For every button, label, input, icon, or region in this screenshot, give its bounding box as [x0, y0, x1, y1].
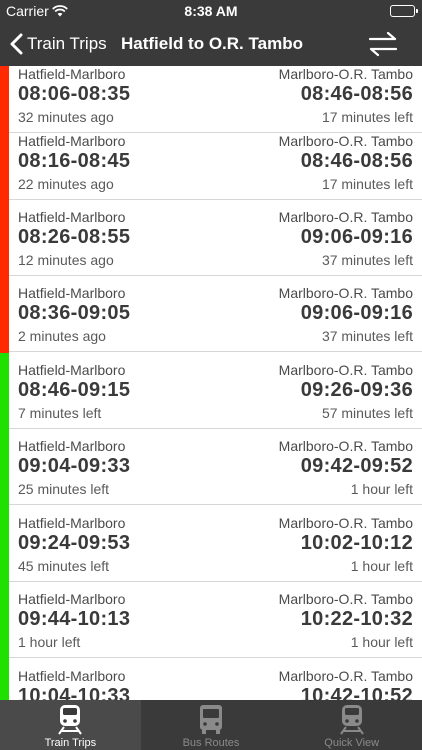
trip-row[interactable]: Hatfield-Marlboro 08:06-08:35 32 minutes… [0, 66, 422, 134]
leg1-route: Hatfield-Marlboro [18, 66, 126, 82]
back-label: Train Trips [27, 34, 107, 53]
leg1-status: 1 hour left [18, 634, 81, 650]
leg2-times: 08:46-08:56 [300, 150, 413, 172]
leg2-route: Marlboro-O.R. Tambo [278, 515, 413, 531]
leg2-times: 10:22-10:32 [300, 608, 413, 630]
navigation-bar: Train Trips Hatfield to O.R. Tambo [0, 22, 422, 66]
leg2-status: 37 minutes left [321, 252, 413, 268]
tab-label: Bus Routes [182, 737, 240, 749]
trip-row[interactable]: Hatfield-Marlboro 08:16-08:45 22 minutes… [0, 124, 422, 201]
clock: 8:38 AM [184, 3, 238, 19]
chevron-left-icon [10, 33, 23, 55]
leg1-times: 09:24-09:53 [18, 532, 131, 554]
leg1-route: Hatfield-Marlboro [18, 591, 126, 607]
leg1-route: Hatfield-Marlboro [18, 515, 126, 531]
leg1-route: Hatfield-Marlboro [18, 133, 126, 149]
status-indicator [0, 659, 9, 700]
trip-row[interactable]: Hatfield-Marlboro 08:26-08:55 12 minutes… [0, 200, 422, 277]
tab-train-trips[interactable]: Train Trips [0, 700, 141, 750]
tab-bar: Train Trips Bus Routes Quick View [0, 700, 422, 750]
tab-quick-view[interactable]: Quick View [281, 700, 422, 750]
leg2-status: 1 hour left [350, 481, 413, 497]
leg2-route: Marlboro-O.R. Tambo [278, 209, 413, 225]
leg2-status: 57 minutes left [321, 405, 413, 421]
leg2-times: 09:06-09:16 [300, 302, 413, 324]
leg1-status: 45 minutes left [18, 558, 110, 574]
tab-bus-routes[interactable]: Bus Routes [141, 700, 282, 750]
leg2-route: Marlboro-O.R. Tambo [278, 591, 413, 607]
trip-row[interactable]: Hatfield-Marlboro 09:24-09:53 45 minutes… [0, 506, 422, 583]
leg1-times: 08:06-08:35 [18, 83, 131, 105]
status-indicator [0, 200, 9, 277]
leg1-status: 2 minutes ago [18, 328, 106, 344]
leg2-route: Marlboro-O.R. Tambo [278, 438, 413, 454]
tab-label: Quick View [324, 737, 380, 749]
leg2-status: 37 minutes left [321, 328, 413, 344]
leg2-status: 1 hour left [350, 634, 413, 650]
status-indicator [0, 506, 9, 583]
page-title: Hatfield to O.R. Tambo [121, 34, 303, 53]
leg2-status: 17 minutes left [321, 176, 413, 192]
leg2-times: 09:26-09:36 [300, 379, 413, 401]
leg1-status: 7 minutes left [18, 405, 102, 421]
status-indicator [0, 582, 9, 659]
trip-row[interactable]: Hatfield-Marlboro 10:04-10:33 Marlboro-O… [0, 659, 422, 700]
leg2-times: 09:42-09:52 [300, 455, 413, 477]
leg1-status: 12 minutes ago [18, 252, 114, 268]
trip-list[interactable]: Hatfield-Marlboro 08:06-08:35 32 minutes… [0, 66, 422, 700]
leg1-times: 08:26-08:55 [18, 226, 131, 248]
swap-direction-button[interactable] [366, 31, 400, 57]
leg2-route: Marlboro-O.R. Tambo [278, 66, 413, 82]
leg2-route: Marlboro-O.R. Tambo [278, 668, 413, 684]
leg2-route: Marlboro-O.R. Tambo [278, 285, 413, 301]
train-icon [58, 705, 83, 735]
leg1-times: 09:04-09:33 [18, 455, 131, 477]
leg1-status: 22 minutes ago [18, 176, 114, 192]
swap-arrows-icon [368, 31, 398, 57]
leg1-times: 09:44-10:13 [18, 608, 131, 630]
back-button[interactable]: Train Trips [10, 32, 107, 56]
status-indicator [0, 276, 9, 353]
leg1-route: Hatfield-Marlboro [18, 668, 126, 684]
trip-row[interactable]: Hatfield-Marlboro 08:46-09:15 7 minutes … [0, 353, 422, 430]
leg1-times: 08:46-09:15 [18, 379, 131, 401]
trip-row[interactable]: Hatfield-Marlboro 09:04-09:33 25 minutes… [0, 429, 422, 506]
bus-icon [200, 705, 222, 734]
leg2-times: 10:42-10:52 [300, 685, 413, 700]
train-icon [339, 705, 364, 735]
leg2-status: 1 hour left [350, 558, 413, 574]
status-indicator [0, 124, 9, 201]
leg1-status: 32 minutes ago [18, 109, 114, 125]
tab-label: Train Trips [44, 737, 97, 749]
leg1-route: Hatfield-Marlboro [18, 438, 126, 454]
leg1-times: 08:36-09:05 [18, 302, 131, 324]
leg2-times: 08:46-08:56 [300, 83, 413, 105]
leg1-times: 08:16-08:45 [18, 150, 131, 172]
trip-row[interactable]: Hatfield-Marlboro 08:36-09:05 2 minutes … [0, 276, 422, 353]
trip-row[interactable]: Hatfield-Marlboro 09:44-10:13 1 hour lef… [0, 582, 422, 659]
leg2-times: 10:02-10:12 [300, 532, 413, 554]
leg1-times: 10:04-10:33 [18, 685, 131, 700]
leg2-times: 09:06-09:16 [300, 226, 413, 248]
status-indicator [0, 353, 9, 430]
battery-icon [390, 5, 418, 17]
leg1-route: Hatfield-Marlboro [18, 362, 126, 378]
leg2-route: Marlboro-O.R. Tambo [278, 362, 413, 378]
leg1-status: 25 minutes left [18, 481, 110, 497]
leg1-route: Hatfield-Marlboro [18, 209, 126, 225]
status-indicator [0, 429, 9, 506]
leg2-route: Marlboro-O.R. Tambo [278, 133, 413, 149]
status-bar: Carrier 8:38 AM [0, 0, 422, 22]
leg2-status: 17 minutes left [321, 109, 413, 125]
leg1-route: Hatfield-Marlboro [18, 285, 126, 301]
